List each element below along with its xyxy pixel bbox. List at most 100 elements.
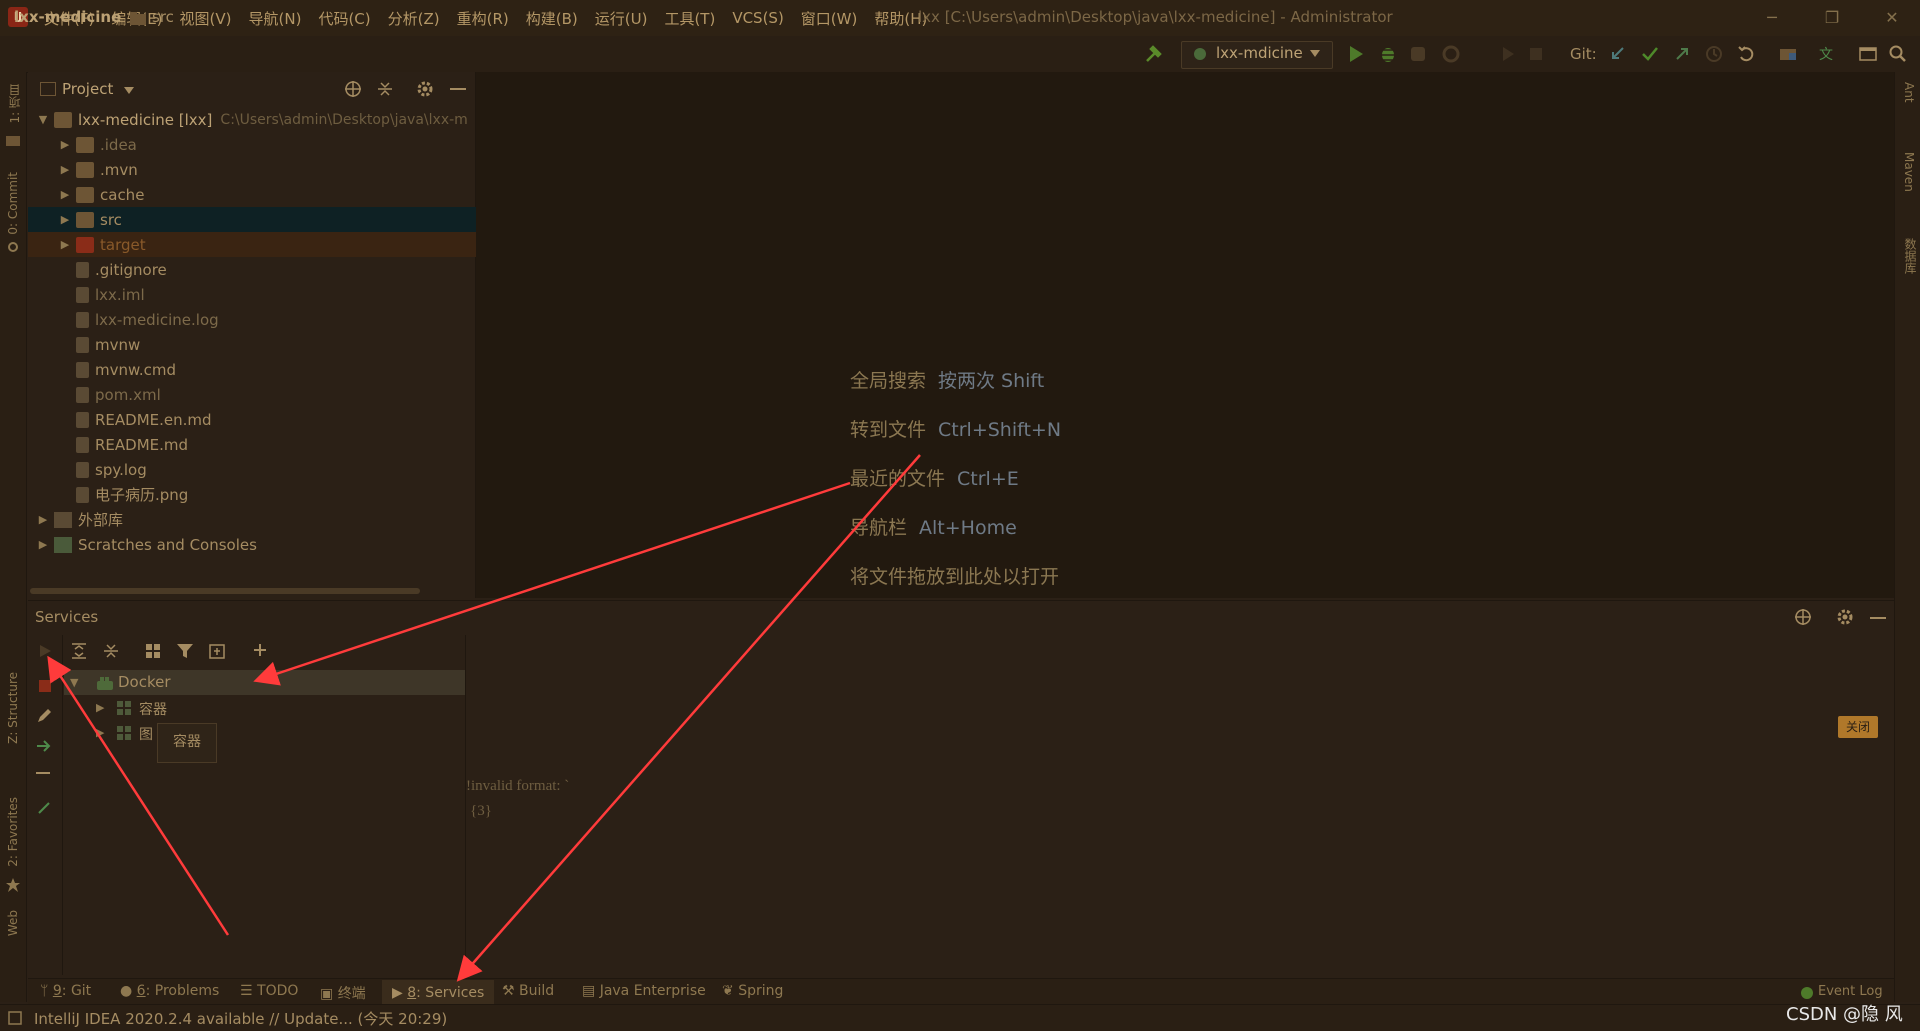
menu-build[interactable]: 构建(B) — [526, 8, 578, 29]
translate-icon[interactable]: 文 — [1818, 44, 1838, 64]
tree-root[interactable]: ▼ lxx-medicine [lxx] C:\Users\admin\Desk… — [28, 107, 483, 132]
locate-icon[interactable] — [1794, 608, 1812, 626]
stop-icon[interactable] — [1526, 44, 1546, 64]
horizontal-scrollbar[interactable] — [30, 588, 420, 594]
restore-button[interactable]: ❐ — [1812, 4, 1852, 32]
tree-item-lxx-iml[interactable]: lxx.iml — [28, 282, 505, 307]
git-commit-icon[interactable] — [1640, 44, 1660, 64]
chevron-down-icon[interactable]: ▼ — [70, 676, 78, 689]
menu-tools[interactable]: 工具(T) — [664, 8, 715, 29]
chevron-down-icon[interactable]: ▼ — [36, 113, 50, 126]
menu-vcs[interactable]: VCS(S) — [732, 9, 783, 27]
tab-spring[interactable]: ❦ Spring — [722, 983, 783, 999]
tab-build[interactable]: ⚒ Build — [502, 983, 554, 999]
filter-icon[interactable] — [176, 642, 194, 660]
tab-todo[interactable]: ☰ TODO — [240, 983, 298, 999]
resume-icon[interactable] — [1498, 44, 1518, 64]
tool-window-ant[interactable]: Ant — [1902, 82, 1916, 103]
gear-icon[interactable] — [1836, 608, 1854, 626]
chevron-right-icon[interactable]: ▶ — [96, 726, 104, 739]
presentation-mode-icon[interactable] — [1858, 44, 1878, 64]
tool-window-web[interactable]: Web — [6, 910, 20, 936]
chevron-right-icon[interactable]: ▶ — [58, 138, 72, 151]
tree-scratches[interactable]: ▶ Scratches and Consoles — [28, 532, 483, 557]
tree-item-png[interactable]: 电子病历.png — [28, 482, 505, 507]
chevron-down-icon[interactable] — [124, 87, 134, 95]
tree-item-pom-xml[interactable]: pom.xml — [28, 382, 505, 407]
menu-code[interactable]: 代码(C) — [318, 8, 370, 29]
services-split-divider[interactable] — [465, 635, 466, 975]
menu-refactor[interactable]: 重构(R) — [457, 8, 509, 29]
tool-window-database[interactable]: 数据库 — [1902, 238, 1919, 274]
menu-view[interactable]: 视图(V) — [180, 8, 232, 29]
minimize-button[interactable]: ─ — [1752, 4, 1792, 32]
status-message[interactable]: IntelliJ IDEA 2020.2.4 available // Upda… — [34, 1008, 447, 1029]
tree-item-mvn[interactable]: ▶ .mvn — [28, 157, 505, 182]
chevron-right-icon[interactable]: ▶ — [58, 213, 72, 226]
tree-external-libraries[interactable]: ▶ 外部库 — [28, 507, 483, 532]
toggle-tool-windows-icon[interactable] — [8, 1011, 22, 1025]
collapse-all-icon[interactable] — [376, 80, 394, 98]
close-button[interactable]: 关闭 — [1838, 716, 1878, 738]
profile-icon[interactable] — [1442, 44, 1462, 64]
tree-item-mvnw[interactable]: mvnw — [28, 332, 505, 357]
edit-icon[interactable] — [36, 708, 52, 724]
tab-terminal[interactable]: ▣ 终端 — [320, 983, 366, 1003]
tab-event-log[interactable]: Event Log — [1818, 984, 1883, 999]
collapse-all-icon[interactable] — [102, 642, 120, 660]
search-icon[interactable] — [1888, 44, 1908, 64]
git-update-icon[interactable] — [1608, 44, 1628, 64]
minimize-panel-icon[interactable] — [1870, 617, 1886, 620]
chevron-right-icon[interactable]: ▶ — [58, 188, 72, 201]
tab-problems[interactable]: ● 6: Problems — [120, 983, 219, 999]
tool-window-favorites[interactable]: 2: Favorites — [6, 797, 20, 867]
coverage-icon[interactable] — [1408, 44, 1428, 64]
expand-all-icon[interactable] — [70, 642, 88, 660]
project-structure-icon[interactable] — [1778, 44, 1798, 64]
tool-window-structure[interactable]: Z: Structure — [6, 672, 20, 744]
run-service-icon[interactable] — [38, 644, 52, 658]
run-icon[interactable] — [1346, 44, 1366, 64]
images-label[interactable]: 图 — [139, 724, 153, 744]
tree-item-spy-log[interactable]: spy.log — [28, 457, 505, 482]
chevron-right-icon[interactable]: ▶ — [58, 163, 72, 176]
chevron-right-icon[interactable]: ▶ — [58, 238, 72, 251]
minimize-panel-icon[interactable] — [450, 88, 466, 91]
tool-window-commit[interactable]: 0: Commit — [6, 172, 20, 235]
add-service-icon[interactable] — [252, 642, 270, 660]
containers-label[interactable]: 容器 — [139, 699, 167, 719]
tree-item-readme-en-md[interactable]: README.en.md — [28, 407, 505, 432]
gear-icon[interactable] — [416, 80, 434, 98]
rollback-icon[interactable] — [1736, 44, 1756, 64]
breadcrumb-project[interactable]: lxx-medicine — [14, 8, 121, 26]
tool-window-project[interactable]: 1: 项目 — [6, 84, 23, 124]
tree-item-readme-md[interactable]: README.md — [28, 432, 505, 457]
menu-navigate[interactable]: 导航(N) — [249, 8, 302, 29]
tree-item-cache[interactable]: ▶ cache — [28, 182, 505, 207]
build-hammer-icon[interactable] — [1144, 44, 1164, 64]
tree-item-target[interactable]: ▶ target — [28, 232, 505, 257]
stop-service-icon[interactable] — [38, 679, 52, 693]
tree-item-mvnw-cmd[interactable]: mvnw.cmd — [28, 357, 505, 382]
menu-analyze[interactable]: 分析(Z) — [388, 8, 440, 29]
close-window-button[interactable]: ✕ — [1872, 4, 1912, 32]
tool-window-maven[interactable]: Maven — [1902, 152, 1916, 192]
tree-item-src[interactable]: ▶ src — [28, 207, 505, 232]
git-push-icon[interactable] — [1672, 44, 1692, 64]
locate-file-icon[interactable] — [344, 80, 362, 98]
tab-services[interactable]: ▶ 8: Services — [382, 980, 495, 1006]
chevron-right-icon[interactable]: ▶ — [36, 538, 50, 551]
tab-git[interactable]: ᛘ 9: Git — [40, 983, 91, 999]
tab-java-enterprise[interactable]: ▤ Java Enterprise — [582, 983, 706, 999]
menu-window[interactable]: 窗口(W) — [801, 8, 858, 29]
editor-empty-area[interactable]: 全局搜索 按两次 Shift 转到文件 Ctrl+Shift+N 最近的文件 Ctrl… — [476, 72, 1894, 598]
deploy-icon[interactable] — [36, 738, 52, 754]
group-by-icon[interactable] — [144, 642, 162, 660]
history-icon[interactable] — [1704, 44, 1724, 64]
tree-item-lxx-medicine-log[interactable]: lxx-medicine.log — [28, 307, 505, 332]
connect-icon[interactable] — [36, 800, 52, 816]
chevron-right-icon[interactable]: ▶ — [36, 513, 50, 526]
breadcrumb-src[interactable]: src — [152, 8, 174, 26]
tree-item-gitignore[interactable]: .gitignore — [28, 257, 505, 282]
debug-icon[interactable] — [1378, 44, 1398, 64]
